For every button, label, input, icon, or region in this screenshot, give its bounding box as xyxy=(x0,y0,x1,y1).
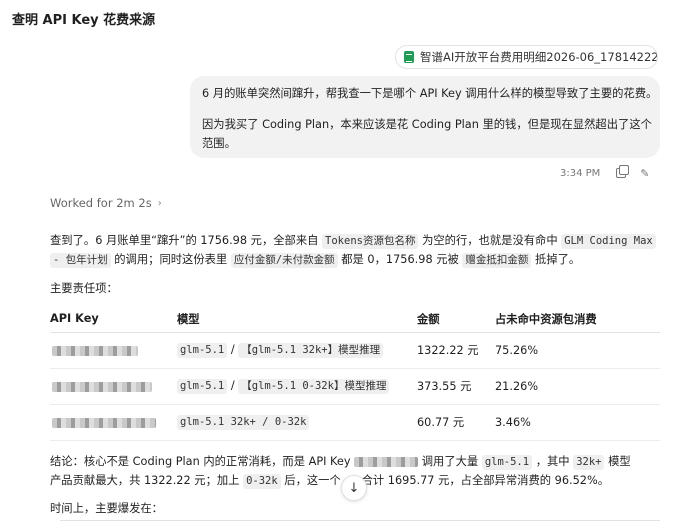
share-cell: 3.46% xyxy=(495,404,660,441)
copy-icon[interactable] xyxy=(616,165,630,178)
api-key-table: API Key 模型 金额 占未命中资源包消费 glm-5.1 / 【glm-5… xyxy=(50,306,660,441)
redacted-key xyxy=(52,345,138,356)
answer-paragraph: 查到了。6 月账单里“蹿升”的 1756.98 元，全部来自 Tokens资源包… xyxy=(50,231,656,250)
inline-code: 赠金抵扣金额 xyxy=(462,253,532,268)
conclusion-text: 产品贡献最大，共 1322.22 元；加上 xyxy=(50,474,240,487)
more-horizontal-icon[interactable]: ··· xyxy=(136,6,152,22)
column-header: 模型 xyxy=(177,306,417,333)
column-header: 金额 xyxy=(417,306,495,333)
user-message-bubble: 6 月的账单突然间蹿升，帮我查一下是哪个 API Key 调用什么样的模型导致了… xyxy=(190,76,660,158)
arrow-down-icon: ↓ xyxy=(348,480,360,496)
section-label: 主要责任项： xyxy=(50,282,118,295)
answer-paragraph-cont: - 包年计划 的调用；同时这份表里 应付金额/未付款金额 都是 0，1756.9… xyxy=(50,250,580,269)
model-cell: glm-5.1 32k+ / 0-32k xyxy=(177,404,417,441)
inline-code: GLM Coding Max xyxy=(561,234,656,249)
inline-code: Tokens资源包名称 xyxy=(322,234,419,249)
answer-text: 的调用；同时这份表里 xyxy=(114,253,228,266)
table-row: glm-5.1 / 【glm-5.1 0-32k】模型推理 373.55 元 2… xyxy=(50,368,660,405)
divider xyxy=(60,520,660,521)
inline-code: 32k+ xyxy=(573,455,605,470)
answer-text: 查到了。6 月账单里“蹿升”的 1756.98 元，全部来自 xyxy=(50,234,319,247)
conclusion-paragraph-cont: 产品贡献最大，共 1322.22 元；加上 0-32k 后，这一个 ey 合计 … xyxy=(50,471,609,490)
spreadsheet-icon xyxy=(404,51,414,63)
attachment-file-name: 智谱AI开放平台费用明细2026-06_178142224... xyxy=(420,50,657,64)
inline-code: 应付金额/未付款金额 xyxy=(230,253,338,268)
table-row: glm-5.1 / 【glm-5.1 32k+】模型推理 1322.22 元 7… xyxy=(50,332,660,369)
inline-code: glm-5.1 xyxy=(177,342,228,358)
separator: / xyxy=(230,342,235,356)
user-message-line: 6 月的账单突然间蹿升，帮我查一下是哪个 API Key 调用什么样的模型导致了… xyxy=(202,87,658,100)
answer-text: 为空的行，也就是没有命中 xyxy=(422,234,558,247)
burst-label: 时间上，主要爆发在： xyxy=(50,502,163,515)
inline-code: glm-5.1 xyxy=(481,455,533,470)
amount-cell: 60.77 元 xyxy=(417,404,495,441)
edit-icon[interactable]: ✎ xyxy=(640,167,649,180)
answer-text: 抵掉了。 xyxy=(535,253,581,266)
inline-code: 0-32k xyxy=(243,474,281,489)
masked-api-key xyxy=(50,368,177,405)
masked-api-key xyxy=(50,332,177,369)
message-timestamp: 3:34 PM xyxy=(560,167,601,179)
inline-code: glm-5.1 xyxy=(177,378,228,394)
conclusion-paragraph: 结论：核心不是 Coding Plan 内的正常消耗，而是 API Key 调用… xyxy=(50,452,631,471)
model-cell: glm-5.1 / 【glm-5.1 0-32k】模型推理 xyxy=(177,368,417,405)
conclusion-text: 结论：核心不是 Coding Plan 内的正常消耗，而是 API Key xyxy=(50,455,351,468)
inline-code: 【glm-5.1 32k+】模型推理 xyxy=(238,342,384,358)
conversation-title[interactable]: 查明 API Key 花费来源 xyxy=(12,9,155,28)
conclusion-text: ，其中 xyxy=(535,455,570,468)
separator: / xyxy=(230,378,235,392)
worked-duration-toggle[interactable]: Worked for 2m 2s › xyxy=(50,196,162,210)
column-header: API Key xyxy=(50,306,177,333)
redacted-key xyxy=(52,417,156,428)
conclusion-text: 调用了大量 xyxy=(421,455,479,468)
chevron-right-icon: › xyxy=(157,197,162,209)
top-bar: 查明 API Key 花费来源 ··· xyxy=(0,0,680,36)
inline-code: 【glm-5.1 0-32k】模型推理 xyxy=(238,378,390,394)
model-cell: glm-5.1 / 【glm-5.1 32k+】模型推理 xyxy=(177,332,417,369)
masked-api-key xyxy=(50,404,177,441)
inline-code: glm-5.1 32k+ / 0-32k xyxy=(177,414,310,430)
attachment-chip[interactable]: 智谱AI开放平台费用明细2026-06_178142224... xyxy=(395,45,658,69)
worked-duration-label: Worked for 2m 2s xyxy=(50,196,152,210)
amount-cell: 1322.22 元 xyxy=(417,332,495,369)
redacted-key xyxy=(354,457,419,467)
share-cell: 21.26% xyxy=(495,368,660,405)
table-header-row: API Key 模型 金额 占未命中资源包消费 xyxy=(50,306,660,333)
message-actions: 3:34 PM ✎ xyxy=(560,165,650,181)
conclusion-text: 模型 xyxy=(608,455,631,468)
user-message-line: 因为我买了 Coding Plan，本来应该是花 Coding Plan 里的钱… xyxy=(202,118,652,131)
amount-cell: 373.55 元 xyxy=(417,368,495,405)
user-message-line: 范围。 xyxy=(202,137,236,150)
inline-code: - 包年计划 xyxy=(50,253,111,268)
answer-text: 都是 0，1756.98 元被 xyxy=(341,253,459,266)
conclusion-text: ey 合计 1695.77 元，占全部异常消费的 96.52%。 xyxy=(344,474,610,487)
column-header: 占未命中资源包消费 xyxy=(495,306,660,333)
table-row: glm-5.1 32k+ / 0-32k 60.77 元 3.46% xyxy=(50,404,660,441)
scroll-to-bottom-button[interactable]: ↓ xyxy=(341,475,367,501)
share-cell: 75.26% xyxy=(495,332,660,369)
redacted-key xyxy=(52,381,152,392)
conclusion-text: 后，这一个 xyxy=(284,474,341,487)
